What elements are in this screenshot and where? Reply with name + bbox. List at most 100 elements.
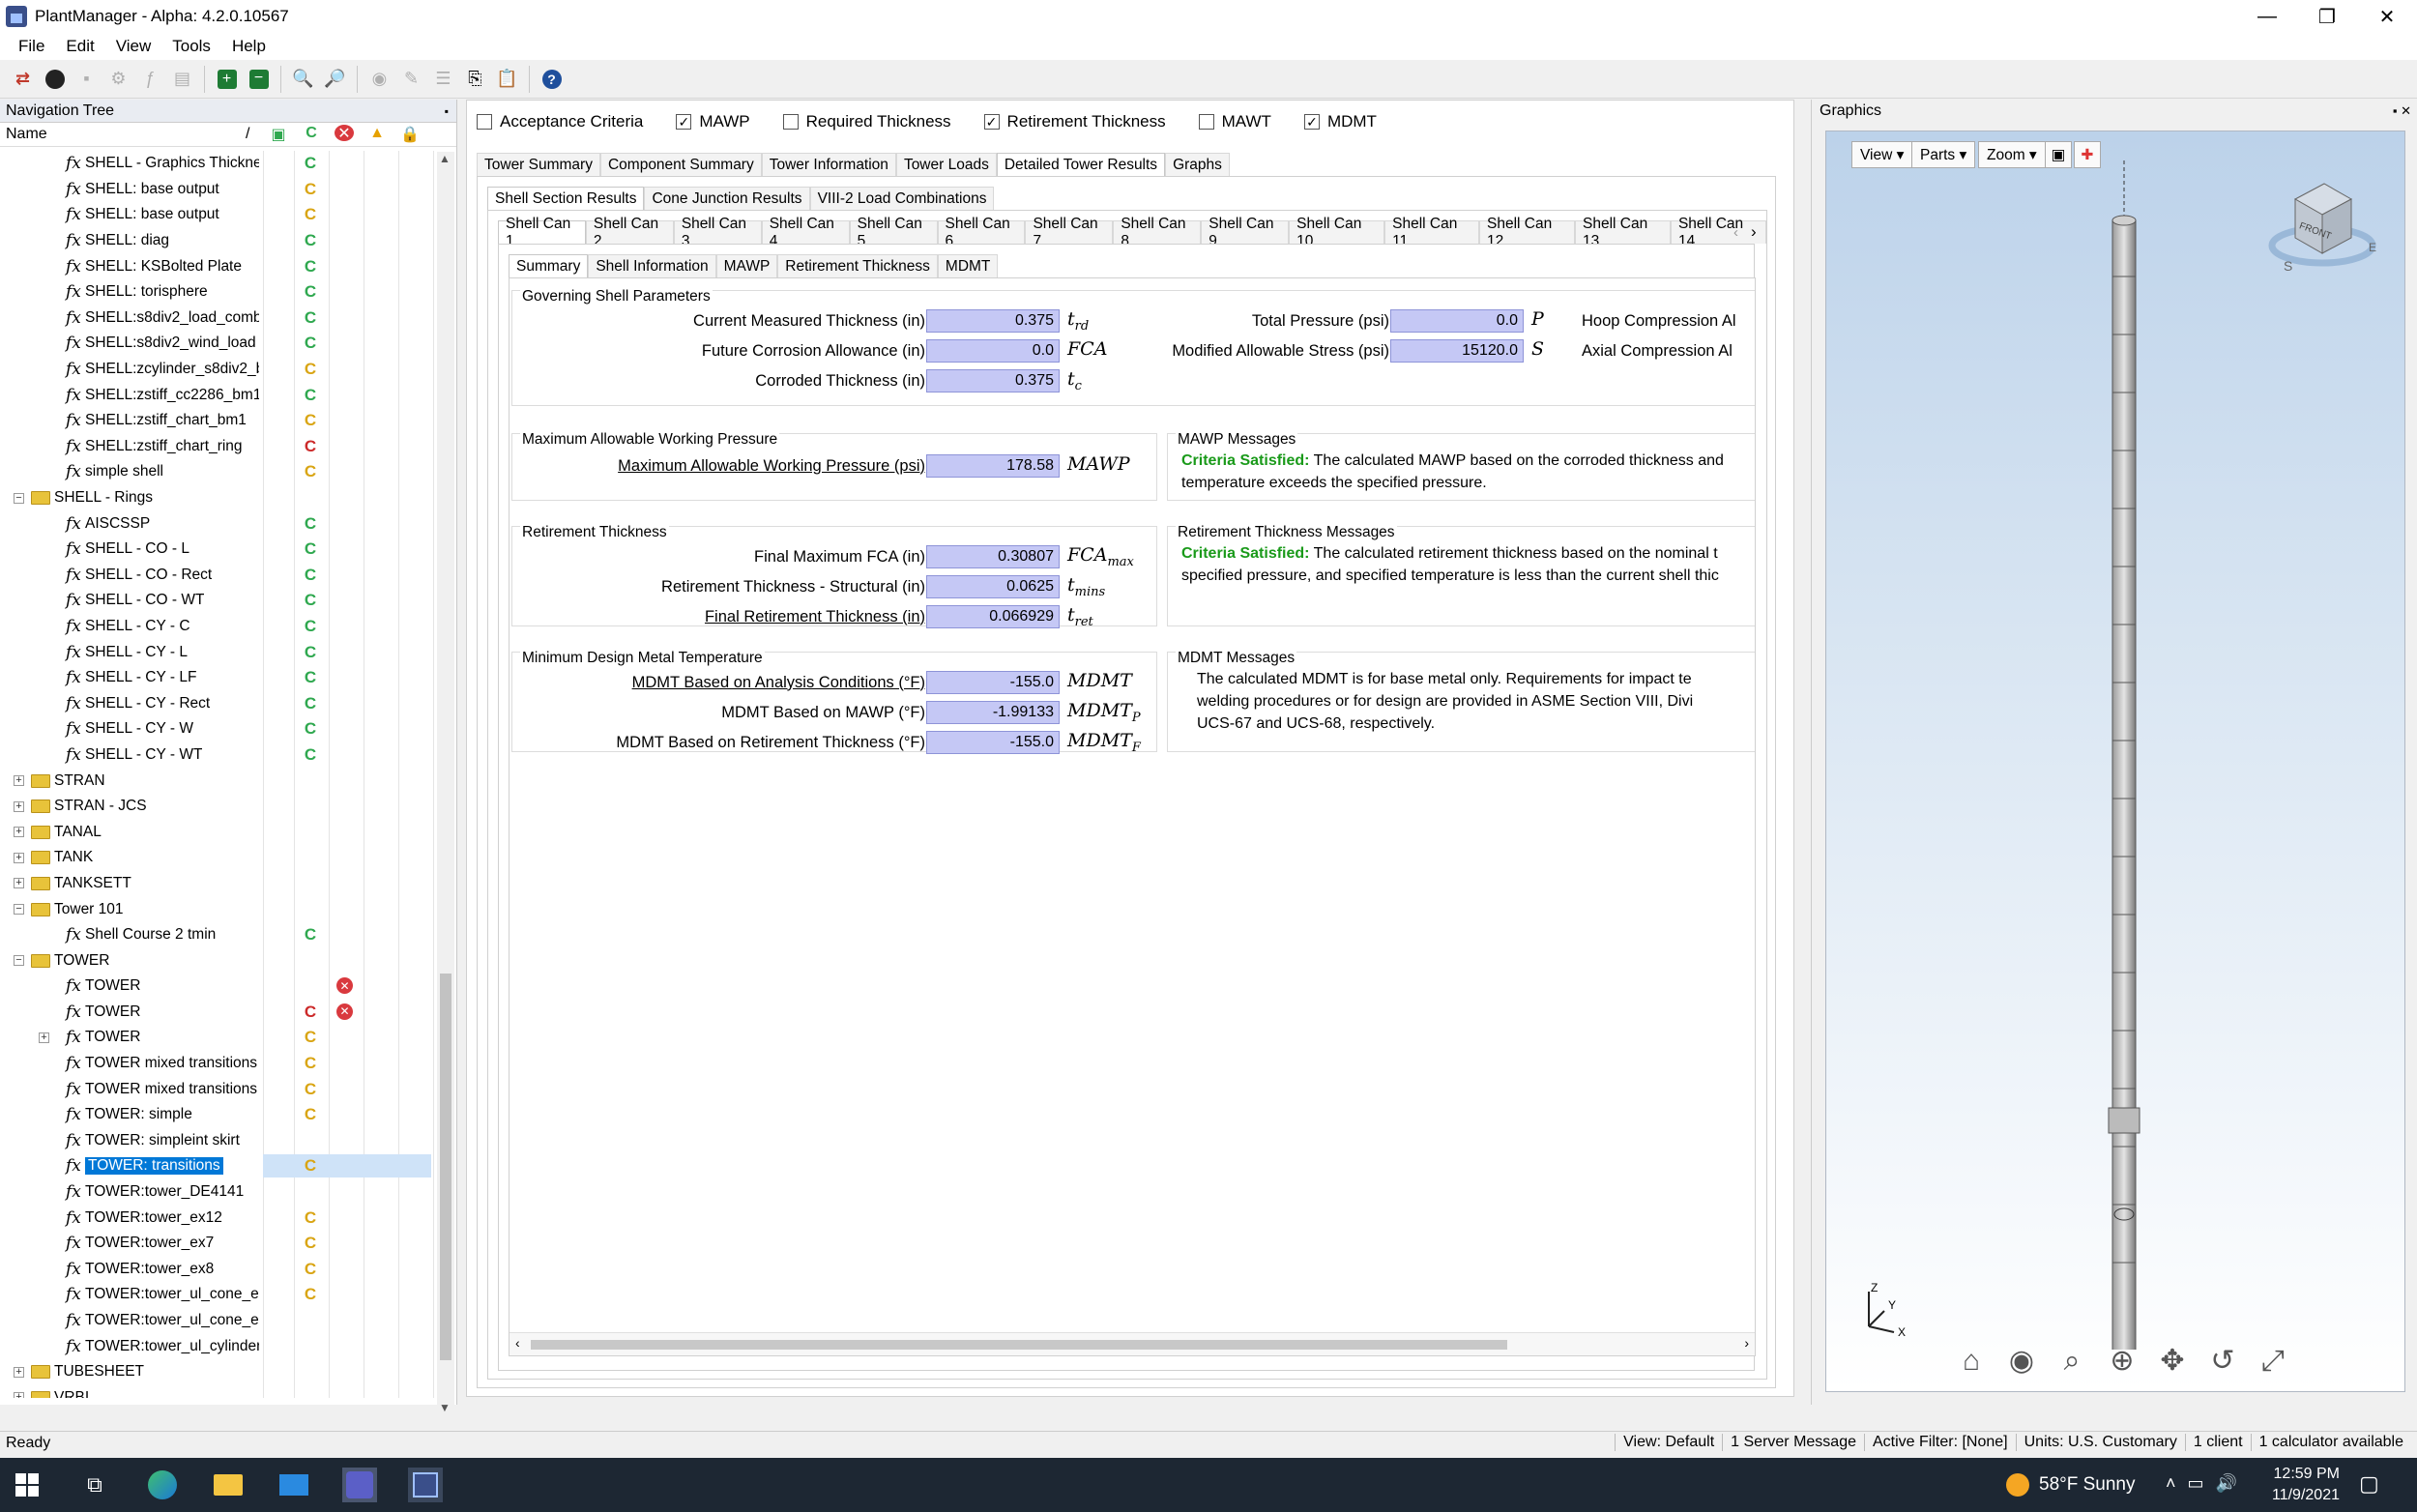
tree-row[interactable]: fx SHELL: diag C (0, 228, 437, 254)
tab-tower-information[interactable]: Tower Information (761, 153, 896, 176)
add-icon[interactable]: + (214, 66, 240, 92)
minimize-button[interactable]: — (2237, 0, 2297, 33)
tree-row[interactable]: fx TOWER: simpleint skirt (0, 1128, 437, 1154)
warning-column-icon[interactable]: ▲ (367, 125, 387, 144)
menu-help[interactable]: Help (221, 37, 277, 56)
expand-toggle-icon[interactable]: + (14, 1366, 24, 1378)
expand-toggle-icon[interactable]: + (14, 800, 24, 812)
zoom-out-icon[interactable]: 🔎 (322, 66, 348, 92)
checkbox-required-thickness[interactable]: Required Thickness (782, 112, 951, 131)
tree-row[interactable]: fx TOWER: simple C (0, 1102, 437, 1128)
rotate-icon[interactable]: ↺ (2203, 1344, 2242, 1378)
tab-shell-can-9[interactable]: Shell Can 9 (1201, 216, 1290, 249)
tab-shell-can-12[interactable]: Shell Can 12 (1479, 216, 1575, 249)
mdmt-analysis-value[interactable]: -155.0 (926, 671, 1060, 694)
tab-shell-section-results[interactable]: Shell Section Results (487, 187, 645, 210)
tree-row[interactable]: + STRAN - JCS (0, 794, 437, 820)
tab-shell-can-4[interactable]: Shell Can 4 (761, 216, 850, 249)
tree-row[interactable]: + TUBESHEET (0, 1359, 437, 1385)
tab-shell-can-7[interactable]: Shell Can 7 (1025, 216, 1114, 249)
zoom-menu-button[interactable]: Zoom ▾ (1978, 141, 2046, 168)
checkbox-mawp[interactable]: ✓ MAWP (676, 112, 750, 131)
tree-row[interactable]: − SHELL - Rings (0, 485, 437, 511)
edit-icon[interactable]: ✎ (398, 66, 424, 92)
status-view[interactable]: View: Default (1615, 1434, 1722, 1451)
expand-toggle-icon[interactable]: + (14, 852, 24, 863)
tree-row[interactable]: fx TOWER:tower_ul_cylinder (0, 1333, 437, 1359)
chevron-up-icon[interactable]: ˄ (2166, 1473, 2176, 1494)
tab-tower-loads[interactable]: Tower Loads (895, 153, 997, 176)
tree-row[interactable]: fx SHELL:zcylinder_s8div2_b C (0, 357, 437, 383)
tree-row[interactable]: fx SHELL: KSBolted Plate C (0, 253, 437, 279)
close-button[interactable]: ✕ (2357, 0, 2417, 33)
menu-file[interactable]: File (8, 37, 55, 56)
checkbox-mdmt[interactable]: ✓ MDMT (1303, 112, 1377, 131)
tree-row[interactable]: + TANAL (0, 819, 437, 845)
tree-row[interactable]: fx TOWER:tower_ul_cone_e (0, 1308, 437, 1334)
orbit-icon[interactable]: ◉ (2002, 1344, 2041, 1378)
tree-row[interactable]: − Tower 101 (0, 896, 437, 922)
tab-shell-can-11[interactable]: Shell Can 11 (1384, 216, 1480, 249)
calc-status-column-icon[interactable]: C (302, 125, 321, 144)
zoom-in-icon[interactable]: 🔍 (290, 66, 316, 92)
checkbox-mawt[interactable]: MAWT (1198, 112, 1271, 131)
tab-mdmt[interactable]: MDMT (937, 254, 999, 277)
tab-scroll-right-icon[interactable]: › (1751, 222, 1757, 242)
tree-row[interactable]: fx SHELL: base output C (0, 202, 437, 228)
zoom-icon[interactable]: ⊕ (2103, 1344, 2141, 1378)
tree-row[interactable]: fx SHELL - CY - LF C (0, 665, 437, 691)
tree-row[interactable]: + VRBI (0, 1385, 437, 1398)
3d-viewport[interactable]: View ▾ Parts ▾ Zoom ▾ ▣ ✚ FRONT S E Z X … (1825, 131, 2405, 1392)
tab-shell-can-6[interactable]: Shell Can 6 (937, 216, 1026, 249)
modified-allowable-stress-value[interactable]: 15120.0 (1390, 339, 1524, 363)
status-server-message[interactable]: 1 Server Message (1722, 1434, 1864, 1451)
tree-row[interactable]: + STRAN (0, 768, 437, 794)
tree-row[interactable]: fx SHELL: base output C (0, 177, 437, 203)
checkmark-icon[interactable]: ✓ (983, 114, 1000, 130)
tab-summary[interactable]: Summary (509, 254, 589, 277)
tab-shell-can-2[interactable]: Shell Can 2 (585, 216, 674, 249)
tree-row[interactable]: fx Shell Course 2 tmin C (0, 922, 437, 948)
weather-widget[interactable]: 58°F Sunny (2006, 1473, 2136, 1497)
checkmark-icon[interactable]: ✓ (676, 114, 692, 130)
expand-toggle-icon[interactable]: − (14, 904, 24, 916)
checkbox-acceptance-criteria[interactable]: Acceptance Criteria (477, 112, 643, 131)
tab-cone-junction-results[interactable]: Cone Junction Results (644, 187, 810, 210)
tree-row[interactable]: fx SHELL - CY - L C (0, 639, 437, 665)
error-column-icon[interactable]: ✕ (335, 125, 354, 144)
connect-icon[interactable]: ⇄ (10, 66, 36, 92)
windows-start-icon[interactable] (10, 1468, 44, 1502)
tree-row[interactable]: fx SHELL - CO - WT C (0, 588, 437, 614)
tree-row[interactable]: + fx TOWER C (0, 1025, 437, 1051)
expand-toggle-icon[interactable]: + (39, 1032, 49, 1043)
tree-row[interactable]: fx SHELL:s8div2_load_comb C (0, 305, 437, 332)
view-menu-button[interactable]: View ▾ (1851, 141, 1913, 168)
list-icon[interactable]: ☰ (430, 66, 456, 92)
parts-menu-button[interactable]: Parts ▾ (1911, 141, 1976, 168)
file-explorer-icon[interactable] (211, 1468, 246, 1502)
tree-row[interactable]: − TOWER (0, 947, 437, 974)
tab-shell-can-8[interactable]: Shell Can 8 (1113, 216, 1202, 249)
clipboard-icon[interactable]: 📋 (494, 66, 520, 92)
mawp-value[interactable]: 178.58 (926, 454, 1060, 478)
edge-browser-icon[interactable] (145, 1468, 180, 1502)
tree-row[interactable]: fx TOWER mixed transitions C (0, 1051, 437, 1077)
pin-icon[interactable]: ▪ (445, 104, 449, 118)
save-icon[interactable]: ▪ (73, 66, 100, 92)
final-retirement-thickness-label[interactable]: Final Retirement Thickness (in) (705, 608, 925, 626)
help-icon[interactable]: ? (539, 66, 565, 92)
expand-toggle-icon[interactable]: − (14, 492, 24, 504)
mail-icon[interactable] (277, 1468, 311, 1502)
checkmark-icon[interactable]: ✓ (1303, 114, 1320, 130)
copy-icon[interactable]: ⎘ (462, 66, 488, 92)
network-icon[interactable]: ▭ (2188, 1473, 2204, 1494)
tab-mawp[interactable]: MAWP (715, 254, 778, 277)
tree-row[interactable]: fx TOWER: transitions C (0, 1153, 437, 1179)
disconnect-icon[interactable] (42, 66, 68, 92)
tab-graphs[interactable]: Graphs (1165, 153, 1230, 176)
mawp-label[interactable]: Maximum Allowable Working Pressure (psi) (618, 457, 925, 476)
copy-column-icon[interactable]: ▣ (269, 125, 288, 144)
tab-shell-information[interactable]: Shell Information (588, 254, 716, 277)
plantmanager-taskbar-icon[interactable] (408, 1468, 443, 1502)
final-max-fca-value[interactable]: 0.30807 (926, 545, 1060, 568)
